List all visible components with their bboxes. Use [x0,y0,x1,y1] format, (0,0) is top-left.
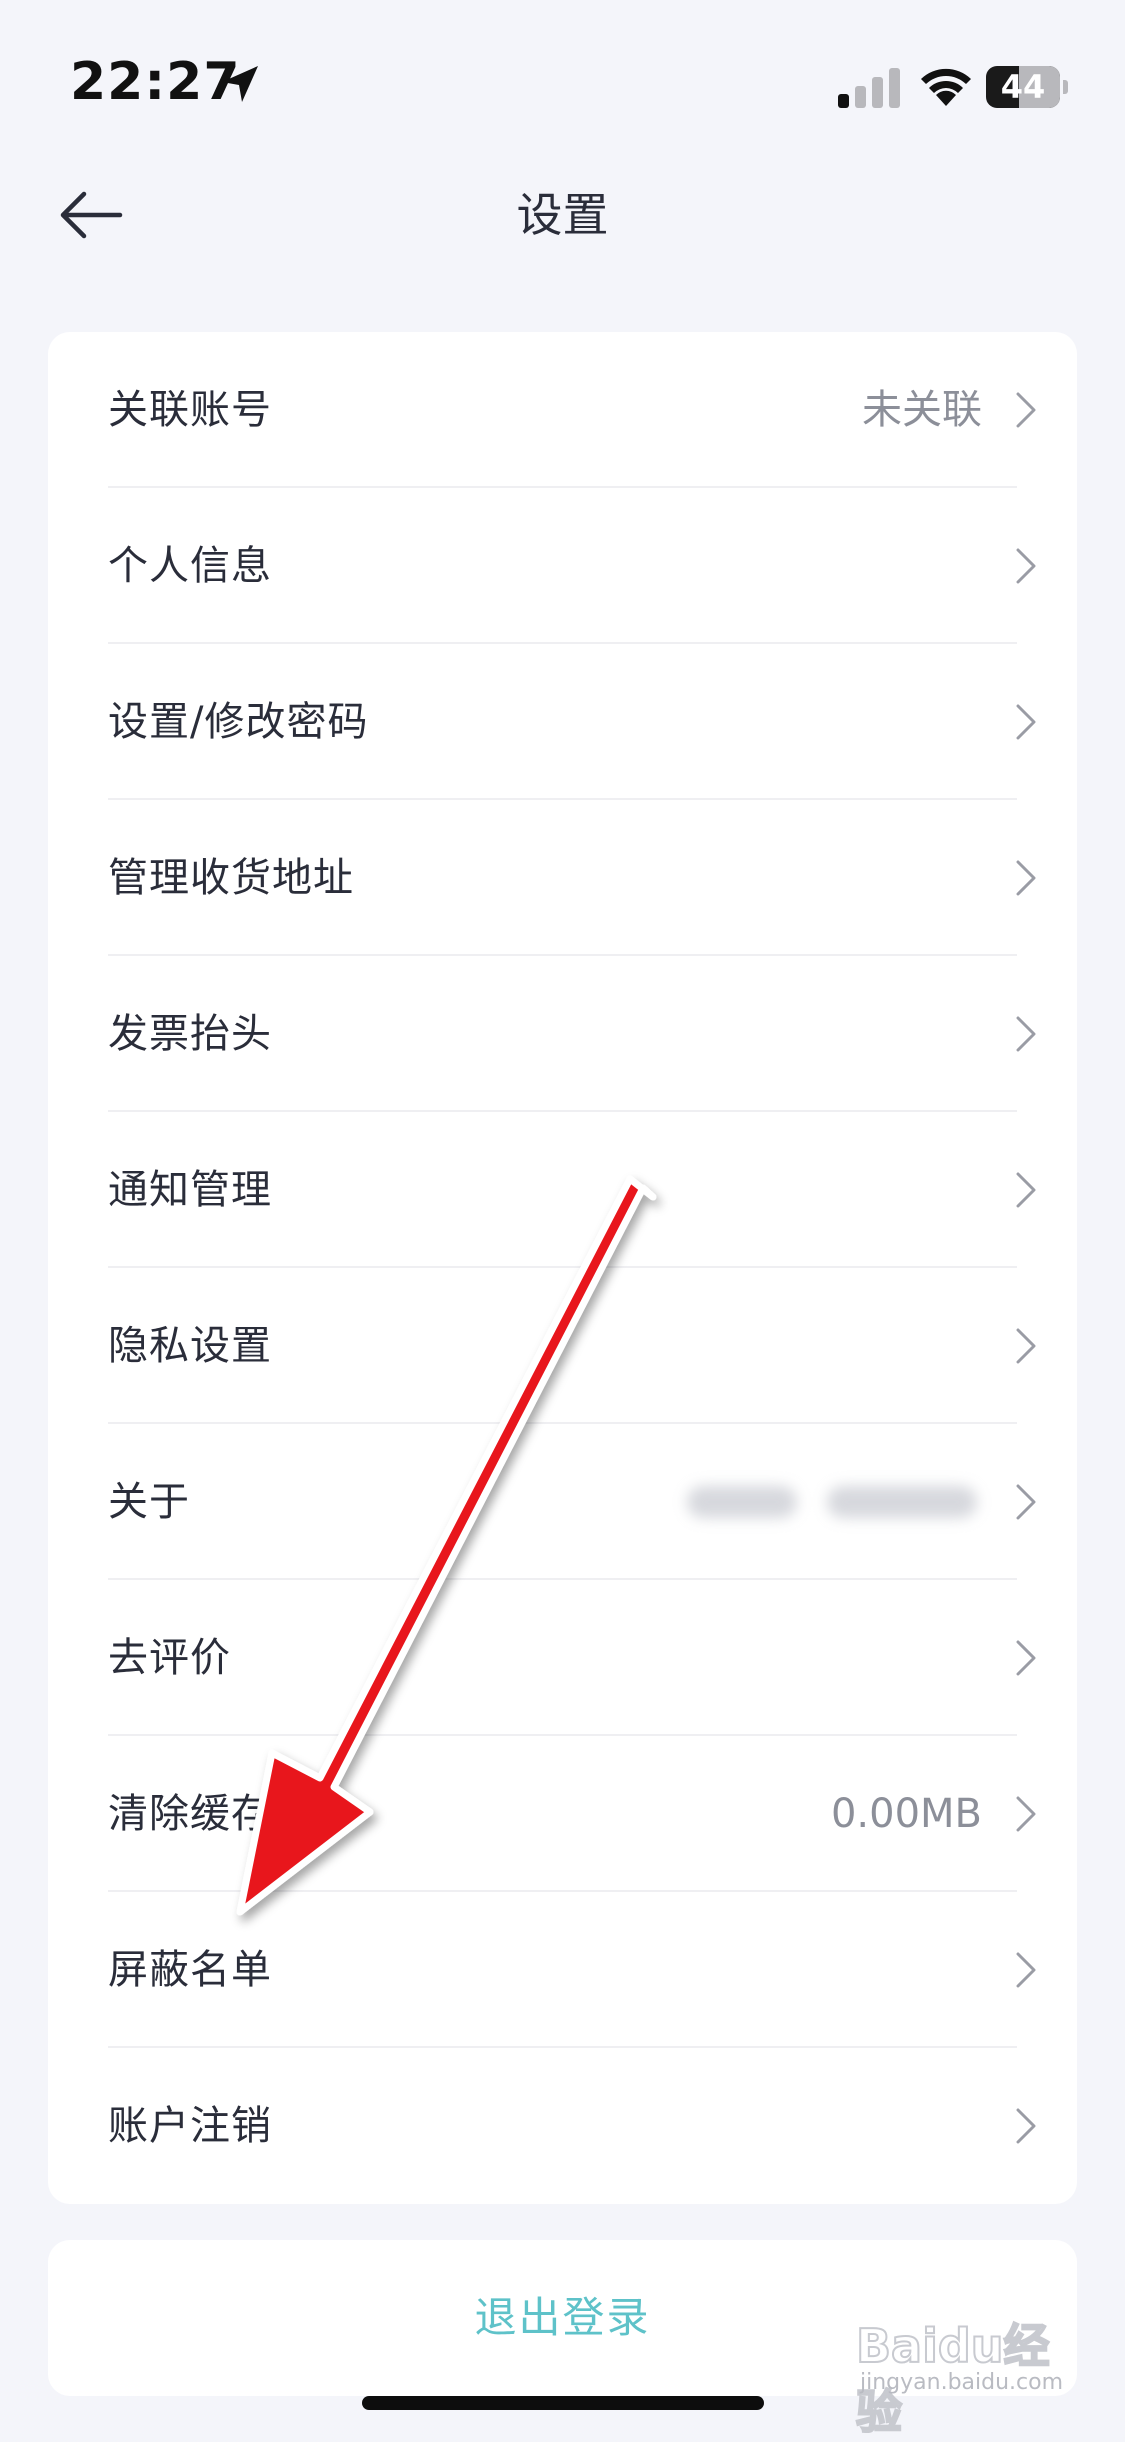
settings-row-invoice-title[interactable]: 发票抬头 [48,956,1077,1112]
row-label: 发票抬头 [108,1011,272,1057]
row-label: 关于 [108,1479,190,1525]
row-label: 管理收货地址 [108,855,354,901]
home-indicator [362,2396,764,2410]
settings-row-about[interactable]: 关于 [48,1424,1077,1580]
chevron-right-icon [1016,704,1036,740]
row-label: 账户注销 [108,2103,272,2149]
chevron-right-icon [1016,1640,1036,1676]
wifi-icon [921,68,971,106]
chevron-right-icon [1016,548,1036,584]
settings-row-shipping-address[interactable]: 管理收货地址 [48,800,1077,956]
chevron-right-icon [1016,860,1036,896]
settings-row-block-list[interactable]: 屏蔽名单 [48,1892,1077,2048]
settings-list: 关联账号 未关联 个人信息 设置/修改密码 管理收货地址 发票抬头 通知管理 隐… [48,332,1077,2204]
chevron-right-icon [1016,1952,1036,1988]
settings-row-clear-cache[interactable]: 清除缓存 0.00MB [48,1736,1077,1892]
settings-row-linked-account[interactable]: 关联账号 未关联 [48,332,1077,488]
row-label: 通知管理 [108,1167,272,1213]
settings-row-password[interactable]: 设置/修改密码 [48,644,1077,800]
row-label: 清除缓存 [108,1791,272,1837]
settings-row-privacy[interactable]: 隐私设置 [48,1268,1077,1424]
battery-cap [1063,80,1068,94]
row-label: 个人信息 [108,543,272,589]
chevron-right-icon [1016,1172,1036,1208]
page-title: 设置 [516,188,609,242]
row-label: 去评价 [108,1635,231,1681]
battery-body: 44 [986,66,1060,108]
row-value: 0.00MB [830,1791,982,1837]
logout-button[interactable]: 退出登录 [48,2240,1077,2396]
row-label: 关联账号 [108,387,272,433]
chevron-right-icon [1016,1328,1036,1364]
settings-row-rate[interactable]: 去评价 [48,1580,1077,1736]
settings-row-notifications[interactable]: 通知管理 [48,1112,1077,1268]
chevron-right-icon [1016,392,1036,428]
chevron-right-icon [1016,1796,1036,1832]
location-arrow-icon [222,66,258,102]
chevron-right-icon [1016,2108,1036,2144]
row-label: 设置/修改密码 [108,699,369,745]
row-label: 屏蔽名单 [108,1947,272,1993]
cellular-signal-icon [838,68,900,108]
settings-row-personal-info[interactable]: 个人信息 [48,488,1077,644]
settings-row-delete-account[interactable]: 账户注销 [48,2048,1077,2204]
row-value: 未关联 [862,387,982,433]
battery-percentage: 44 [1000,68,1046,106]
chevron-right-icon [1016,1484,1036,1520]
chevron-right-icon [1016,1016,1036,1052]
battery-indicator: 44 [986,66,1068,108]
status-time: 22:27 [70,52,241,112]
row-label: 隐私设置 [108,1323,272,1369]
logout-label: 退出登录 [474,2293,651,2342]
status-bar: 22:27 44 [0,0,1125,150]
blurred-version-info [677,1482,977,1524]
